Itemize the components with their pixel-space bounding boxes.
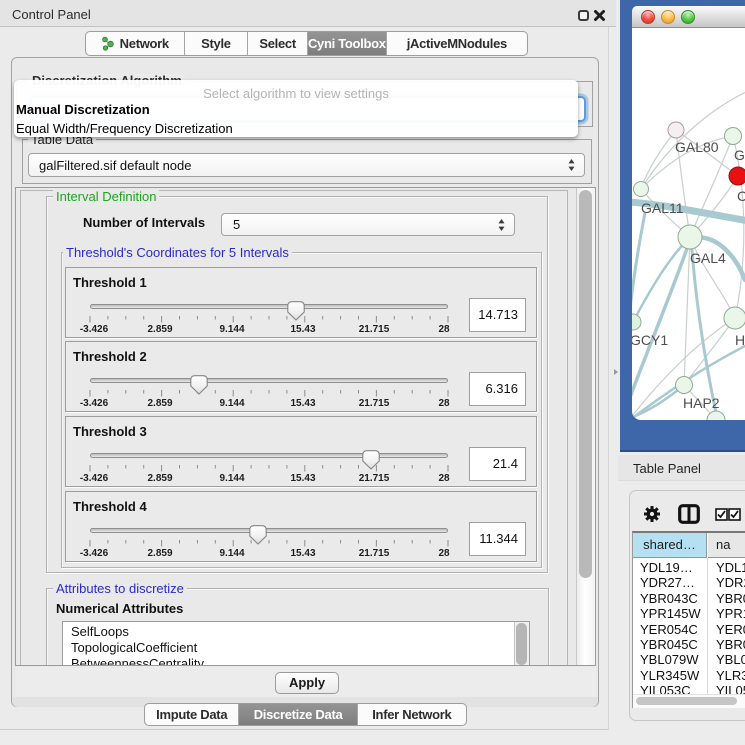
svg-text:CD: CD <box>737 188 745 204</box>
svg-text:GAL11: GAL11 <box>641 200 684 216</box>
svg-text:GCY1: GCY1 <box>632 332 668 348</box>
svg-text:HI: HI <box>735 332 745 348</box>
svg-text:GA: GA <box>734 147 745 163</box>
svg-text:HAP2: HAP2 <box>683 395 720 411</box>
svg-text:GAL80: GAL80 <box>675 139 719 155</box>
svg-text:GAL4: GAL4 <box>690 250 726 266</box>
